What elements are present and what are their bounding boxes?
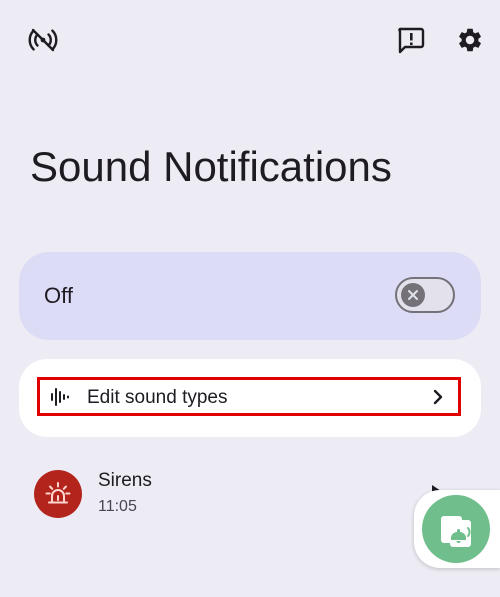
fab-container bbox=[414, 490, 500, 568]
list-item[interactable]: Sirens 11:05 bbox=[34, 468, 474, 520]
switch-thumb-close-icon bbox=[401, 283, 425, 307]
chevron-right-icon bbox=[432, 388, 444, 411]
main-toggle-card[interactable]: Off bbox=[19, 252, 481, 340]
main-switch[interactable] bbox=[395, 277, 455, 313]
edit-sound-types-label: Edit sound types bbox=[87, 387, 228, 408]
sound-notification-app-icon[interactable] bbox=[422, 495, 490, 563]
siren-icon bbox=[34, 470, 82, 518]
gear-icon[interactable] bbox=[452, 22, 488, 58]
page-title: Sound Notifications bbox=[30, 143, 392, 190]
toggle-label: Off bbox=[44, 283, 73, 308]
radio-off-icon bbox=[25, 22, 61, 58]
event-title: Sirens bbox=[98, 470, 152, 491]
edit-sound-types-card: Edit sound types bbox=[19, 359, 481, 437]
edit-sound-types-button[interactable]: Edit sound types bbox=[37, 377, 461, 416]
feedback-icon[interactable] bbox=[393, 22, 429, 58]
waveform-icon bbox=[50, 386, 70, 413]
event-time: 11:05 bbox=[98, 498, 137, 515]
